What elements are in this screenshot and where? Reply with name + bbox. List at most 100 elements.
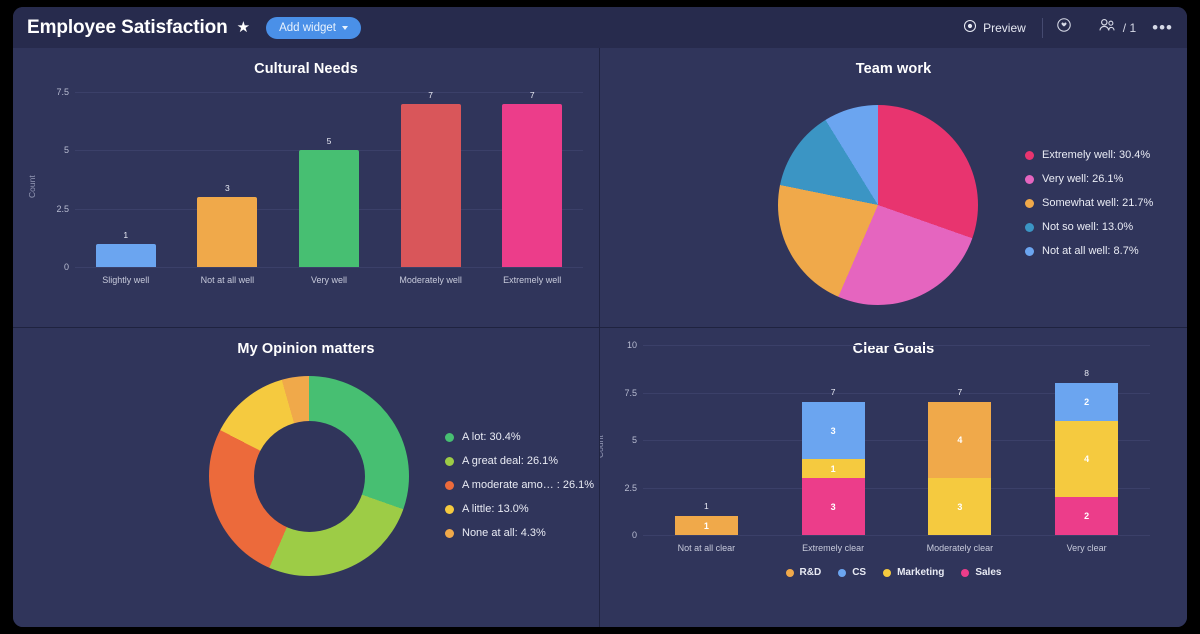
- bar-very-well[interactable]: [299, 150, 359, 267]
- preview-label: Preview: [983, 21, 1026, 35]
- bar-value-label: 7: [428, 90, 433, 100]
- bar-segment-value: 4: [1084, 454, 1089, 464]
- x-axis-label: Extremely clear: [802, 543, 864, 553]
- legend-label: R&D: [800, 567, 822, 578]
- eye-icon: [963, 19, 977, 36]
- bar-total-label: 8: [1084, 368, 1089, 378]
- chart-clear-goals: 02.557.510Count11Not at all clear3137Ext…: [600, 328, 1187, 627]
- y-axis-tick: 0: [41, 262, 69, 272]
- add-widget-label: Add widget: [279, 22, 336, 34]
- chat-button[interactable]: [1043, 17, 1085, 38]
- preview-button[interactable]: Preview: [963, 19, 1042, 36]
- x-axis-label: Very clear: [1067, 543, 1107, 553]
- collaborators-button[interactable]: / 1: [1085, 17, 1149, 38]
- gridline: [643, 535, 1150, 536]
- legend-label: Sales: [975, 567, 1001, 578]
- bar-total-label: 7: [831, 387, 836, 397]
- legend-label: Somewhat well: 21.7%: [1042, 197, 1153, 209]
- bar-value-label: 1: [123, 230, 128, 240]
- legend-label: Very well: 26.1%: [1042, 173, 1123, 185]
- x-axis-label: Not at all well: [201, 275, 255, 285]
- legend-item-marketing[interactable]: Marketing: [883, 567, 944, 578]
- legend-item-a-moderate-amo-[interactable]: A moderate amo… : 26.1%: [445, 479, 594, 491]
- y-axis-title: Count: [600, 435, 605, 458]
- board-header: Employee Satisfaction ★ Add widget Previ…: [13, 7, 1187, 48]
- gridline: [75, 267, 583, 268]
- legend-color-swatch: [445, 433, 454, 442]
- x-axis-label: Moderately well: [399, 275, 462, 285]
- legend-label: Extremely well: 30.4%: [1042, 149, 1150, 161]
- legend-label: Not so well: 13.0%: [1042, 221, 1133, 233]
- legend-item-cs[interactable]: CS: [838, 567, 866, 578]
- x-axis-label: Not at all clear: [678, 543, 736, 553]
- bar-segment-value: 4: [957, 435, 962, 445]
- page-title: Employee Satisfaction: [27, 17, 228, 39]
- y-axis-tick: 5: [41, 145, 69, 155]
- board-app: Employee Satisfaction ★ Add widget Previ…: [13, 7, 1187, 627]
- widget-my-opinion-matters: My Opinion matters A lot: 30.4%A great d…: [13, 328, 599, 627]
- bar-segment-value: 1: [704, 521, 709, 531]
- widget-cultural-needs: Cultural Needs 02.557.5Count1Slightly we…: [13, 48, 599, 327]
- add-widget-button[interactable]: Add widget: [266, 17, 361, 39]
- legend-color-swatch: [1025, 247, 1034, 256]
- chart-legend: Extremely well: 30.4% Very well: 26.1% Som…: [1025, 149, 1153, 257]
- legend-color-swatch: [1025, 199, 1034, 208]
- legend-item-not-so-well[interactable]: Not so well: 13.0%: [1025, 221, 1153, 233]
- legend-label: A lot: 30.4%: [462, 431, 521, 443]
- legend-item-not-at-all-well[interactable]: Not at all well: 8.7%: [1025, 245, 1153, 257]
- legend-label: A great deal: 26.1%: [462, 455, 558, 467]
- legend-item-extremely-well[interactable]: Extremely well: 30.4%: [1025, 149, 1153, 161]
- legend-item-none-at-all[interactable]: None at all: 4.3%: [445, 527, 594, 539]
- legend-label: A moderate amo… : 26.1%: [462, 479, 594, 491]
- chart-legend: R&D CS Marketing Sales: [600, 567, 1187, 578]
- y-axis-tick: 2.5: [609, 483, 637, 493]
- legend-color-swatch: [445, 505, 454, 514]
- y-axis-tick: 5: [609, 435, 637, 445]
- legend-item-sales[interactable]: Sales: [961, 567, 1001, 578]
- legend-label: A little: 13.0%: [462, 503, 529, 515]
- chat-bubble-icon: [1056, 17, 1072, 38]
- y-axis-tick: 7.5: [609, 388, 637, 398]
- legend-item-very-well[interactable]: Very well: 26.1%: [1025, 173, 1153, 185]
- bar-value-label: 5: [327, 136, 332, 146]
- header-actions: Preview: [963, 7, 1175, 48]
- pie-circle[interactable]: [778, 105, 978, 305]
- people-icon: [1098, 17, 1116, 38]
- bar-extremely-well[interactable]: [502, 104, 562, 267]
- more-options-button[interactable]: •••: [1149, 19, 1175, 36]
- y-axis-tick: 2.5: [41, 204, 69, 214]
- legend-color-swatch: [445, 457, 454, 466]
- bar-segment-value: 2: [1084, 511, 1089, 521]
- widget-team-work: Team work Extremely well: 30.4%Very well…: [600, 48, 1187, 327]
- legend-item-a-great-deal[interactable]: A great deal: 26.1%: [445, 455, 594, 467]
- legend-color-swatch: [1025, 223, 1034, 232]
- bar-value-label: 7: [530, 90, 535, 100]
- x-axis-label: Extremely well: [503, 275, 561, 285]
- legend-item-a-little[interactable]: A little: 13.0%: [445, 503, 594, 515]
- legend-color-swatch: [786, 569, 794, 577]
- chart-cultural-needs: 02.557.5Count1Slightly well3Not at all w…: [13, 48, 599, 327]
- bar-slightly-well[interactable]: [96, 244, 156, 267]
- bar-segment-value: 1: [831, 464, 836, 474]
- chart-team-work: Extremely well: 30.4% Very well: 26.1% Som…: [600, 48, 1187, 327]
- legend-item-somewhat-well[interactable]: Somewhat well: 21.7%: [1025, 197, 1153, 209]
- bar-moderately-well[interactable]: [401, 104, 461, 267]
- bar-not-at-all-well[interactable]: [197, 197, 257, 267]
- legend-color-swatch: [961, 569, 969, 577]
- bar-value-label: 3: [225, 183, 230, 193]
- y-axis-title: Count: [27, 175, 37, 198]
- donut-hole: [254, 421, 365, 532]
- bar-segment-value: 3: [831, 502, 836, 512]
- star-icon[interactable]: ★: [237, 20, 250, 35]
- bar-segment-value: 3: [957, 502, 962, 512]
- legend-item-r-d[interactable]: R&D: [786, 567, 822, 578]
- gridline: [643, 345, 1150, 346]
- legend-color-swatch: [445, 529, 454, 538]
- legend-item-a-lot[interactable]: A lot: 30.4%: [445, 431, 594, 443]
- bar-total-label: 1: [704, 501, 709, 511]
- bar-segment-value: 3: [831, 426, 836, 436]
- x-axis-label: Moderately clear: [927, 543, 994, 553]
- legend-color-swatch: [1025, 175, 1034, 184]
- legend-label: Marketing: [897, 567, 944, 578]
- bar-segment-value: 2: [1084, 397, 1089, 407]
